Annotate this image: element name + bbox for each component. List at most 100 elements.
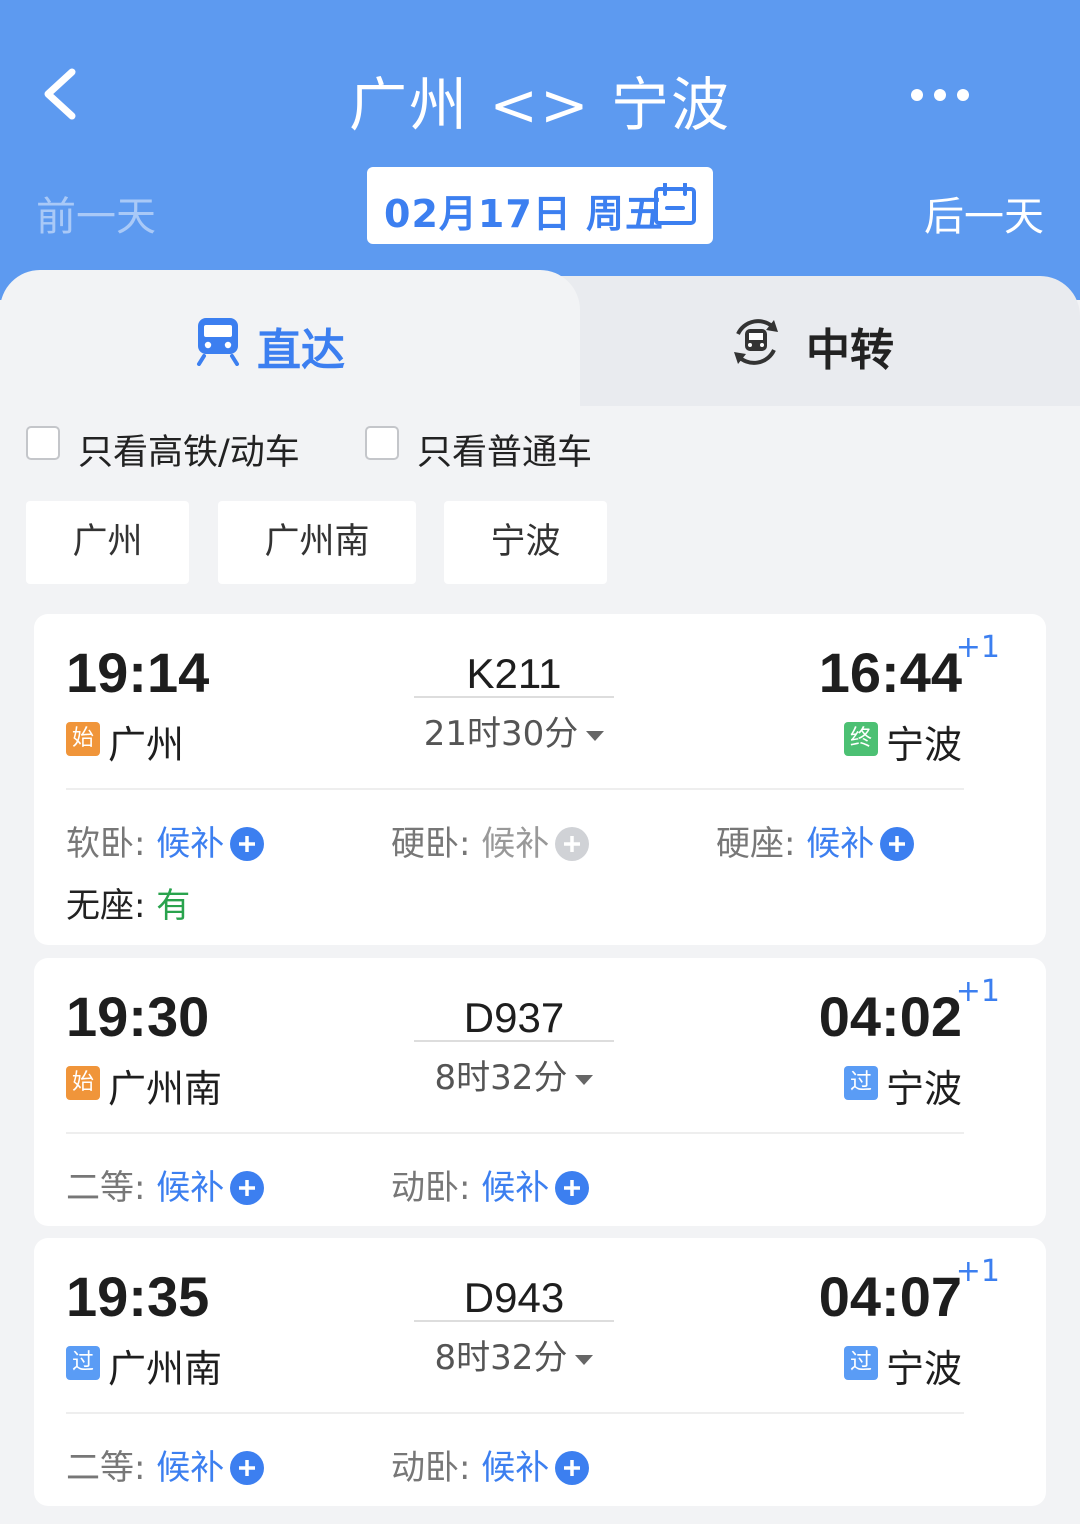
train-card-d943[interactable]: 19:35 过 广州南 D943 8时32分 04:07 +1 过 宁波 二等:… <box>34 1238 1046 1506</box>
station-chip-guangzhounan[interactable]: 广州南 <box>218 501 416 584</box>
arrival-station: 过 宁波 <box>844 1060 962 1111</box>
train-number[interactable]: D943 <box>414 1274 614 1322</box>
seat-status: 候补 <box>156 1168 225 1208</box>
seat-soft-sleeper[interactable]: 软卧: 候补 <box>66 816 265 864</box>
plus-day-label: +1 <box>955 630 1000 665</box>
arrival-station: 终 宁波 <box>844 716 962 767</box>
seat-bullet-sleeper[interactable]: 动卧: 候补 <box>391 1160 590 1208</box>
seat-sep: : <box>784 824 807 864</box>
departure-station-name: 广州 <box>108 723 185 767</box>
seat-status: 候补 <box>156 824 225 864</box>
pass-badge: 过 <box>844 1066 878 1100</box>
plus-circle-icon[interactable] <box>880 827 915 861</box>
pass-badge: 过 <box>66 1346 100 1380</box>
seat-status: 候补 <box>156 1448 225 1488</box>
train-card-k211[interactable]: 19:14 始 广州 K211 21时30分 16:44 +1 终 宁波 软卧:… <box>34 614 1046 945</box>
seat-name: 动卧 <box>391 1448 459 1488</box>
departure-time: 19:30 <box>66 985 210 1048</box>
tab-bar <box>0 270 1080 410</box>
arrival-time: 16:44 <box>818 641 962 704</box>
seat-hard-seat[interactable]: 硬座: 候补 <box>716 816 915 864</box>
caret-down-icon <box>575 1074 594 1085</box>
arrival-station-name: 宁波 <box>886 1067 963 1111</box>
seat-sep: : <box>459 1448 482 1488</box>
duration[interactable]: 8时32分 <box>414 1050 614 1099</box>
seat-name: 动卧 <box>391 1168 459 1208</box>
train-number[interactable]: D937 <box>414 994 614 1042</box>
train-number[interactable]: K211 <box>414 650 614 698</box>
seat-bullet-sleeper[interactable]: 动卧: 候补 <box>391 1440 590 1488</box>
pass-badge: 过 <box>844 1346 878 1380</box>
filter-highspeed-label: 只看高铁/动车 <box>78 433 300 473</box>
seat-status: 候补 <box>481 1168 550 1208</box>
departure-time: 19:35 <box>66 1265 210 1328</box>
more-dots-icon[interactable] <box>905 80 975 110</box>
seat-name: 软卧 <box>66 824 134 864</box>
caret-down-icon <box>575 1354 594 1365</box>
seat-sep: : <box>134 1448 157 1488</box>
plus-circle-icon[interactable] <box>555 1451 590 1485</box>
calendar-icon <box>654 183 696 225</box>
plus-circle-icon[interactable] <box>230 827 265 861</box>
duration[interactable]: 21时30分 <box>414 706 614 755</box>
plus-circle-icon <box>555 827 590 861</box>
arrival-time: 04:02 <box>818 985 962 1048</box>
seat-sep: : <box>134 1168 157 1208</box>
date-label: 02月17日 周五 <box>384 192 664 236</box>
arrival-station-name: 宁波 <box>886 723 963 767</box>
seat-sep: : <box>134 886 157 926</box>
train-divider <box>414 1040 614 1042</box>
departure-time: 19:14 <box>66 641 210 704</box>
seat-sep: : <box>459 1168 482 1208</box>
seat-hard-sleeper[interactable]: 硬卧: 候补 <box>391 816 590 864</box>
train-card-d937[interactable]: 19:30 始 广州南 D937 8时32分 04:02 +1 过 宁波 二等:… <box>34 958 1046 1226</box>
station-chip-guangzhou[interactable]: 广州 <box>26 501 189 584</box>
seat-name: 无座 <box>66 886 134 926</box>
seat-name: 硬座 <box>716 824 784 864</box>
plus-day-label: +1 <box>955 974 1000 1009</box>
seat-status: 候补 <box>806 824 875 864</box>
start-badge: 始 <box>66 1066 100 1100</box>
seat-second-class[interactable]: 二等: 候补 <box>66 1160 265 1208</box>
card-divider <box>66 1132 964 1134</box>
tab-transfer-bg <box>520 276 1080 406</box>
station-chip-ningbo[interactable]: 宁波 <box>444 501 607 584</box>
header-bar: 广州 <> 宁波 前一天 02月17日 周五 后一天 <box>0 0 1080 300</box>
seat-status: 有 <box>156 886 191 926</box>
plus-circle-icon[interactable] <box>230 1451 265 1485</box>
duration-text: 21时30分 <box>423 714 579 754</box>
filter-normal-checkbox[interactable] <box>365 426 399 460</box>
duration-text: 8时32分 <box>434 1058 568 1098</box>
departure-station-name: 广州南 <box>108 1347 223 1391</box>
caret-down-icon <box>586 730 605 741</box>
seat-status: 候补 <box>481 1448 550 1488</box>
arrival-station-name: 宁波 <box>886 1347 963 1391</box>
filter-highspeed-checkbox[interactable] <box>26 426 60 460</box>
train-divider <box>414 696 614 698</box>
seat-second-class[interactable]: 二等: 候补 <box>66 1440 265 1488</box>
prev-day-button[interactable]: 前一天 <box>36 184 156 242</box>
departure-station-name: 广州南 <box>108 1067 223 1111</box>
start-badge: 始 <box>66 722 100 756</box>
duration[interactable]: 8时32分 <box>414 1330 614 1379</box>
end-badge: 终 <box>844 722 878 756</box>
seat-name: 二等 <box>66 1448 134 1488</box>
date-picker-button[interactable]: 02月17日 周五 <box>367 167 713 244</box>
train-divider <box>414 1320 614 1322</box>
duration-text: 8时32分 <box>434 1338 568 1378</box>
train-icon <box>197 318 239 366</box>
plus-circle-icon[interactable] <box>555 1171 590 1205</box>
card-divider <box>66 1412 964 1414</box>
seat-standing[interactable]: 无座: 有 <box>66 878 190 926</box>
transfer-icon <box>734 319 778 365</box>
seat-name: 二等 <box>66 1168 134 1208</box>
tab-transfer-label: 中转 <box>806 325 894 376</box>
tab-direct-label: 直达 <box>257 325 345 376</box>
arrival-station: 过 宁波 <box>844 1340 962 1391</box>
seat-sep: : <box>134 824 157 864</box>
plus-day-label: +1 <box>955 1254 1000 1289</box>
next-day-button[interactable]: 后一天 <box>924 184 1044 242</box>
plus-circle-icon[interactable] <box>230 1171 265 1205</box>
seat-sep: : <box>459 824 482 864</box>
seat-name: 硬卧 <box>391 824 459 864</box>
